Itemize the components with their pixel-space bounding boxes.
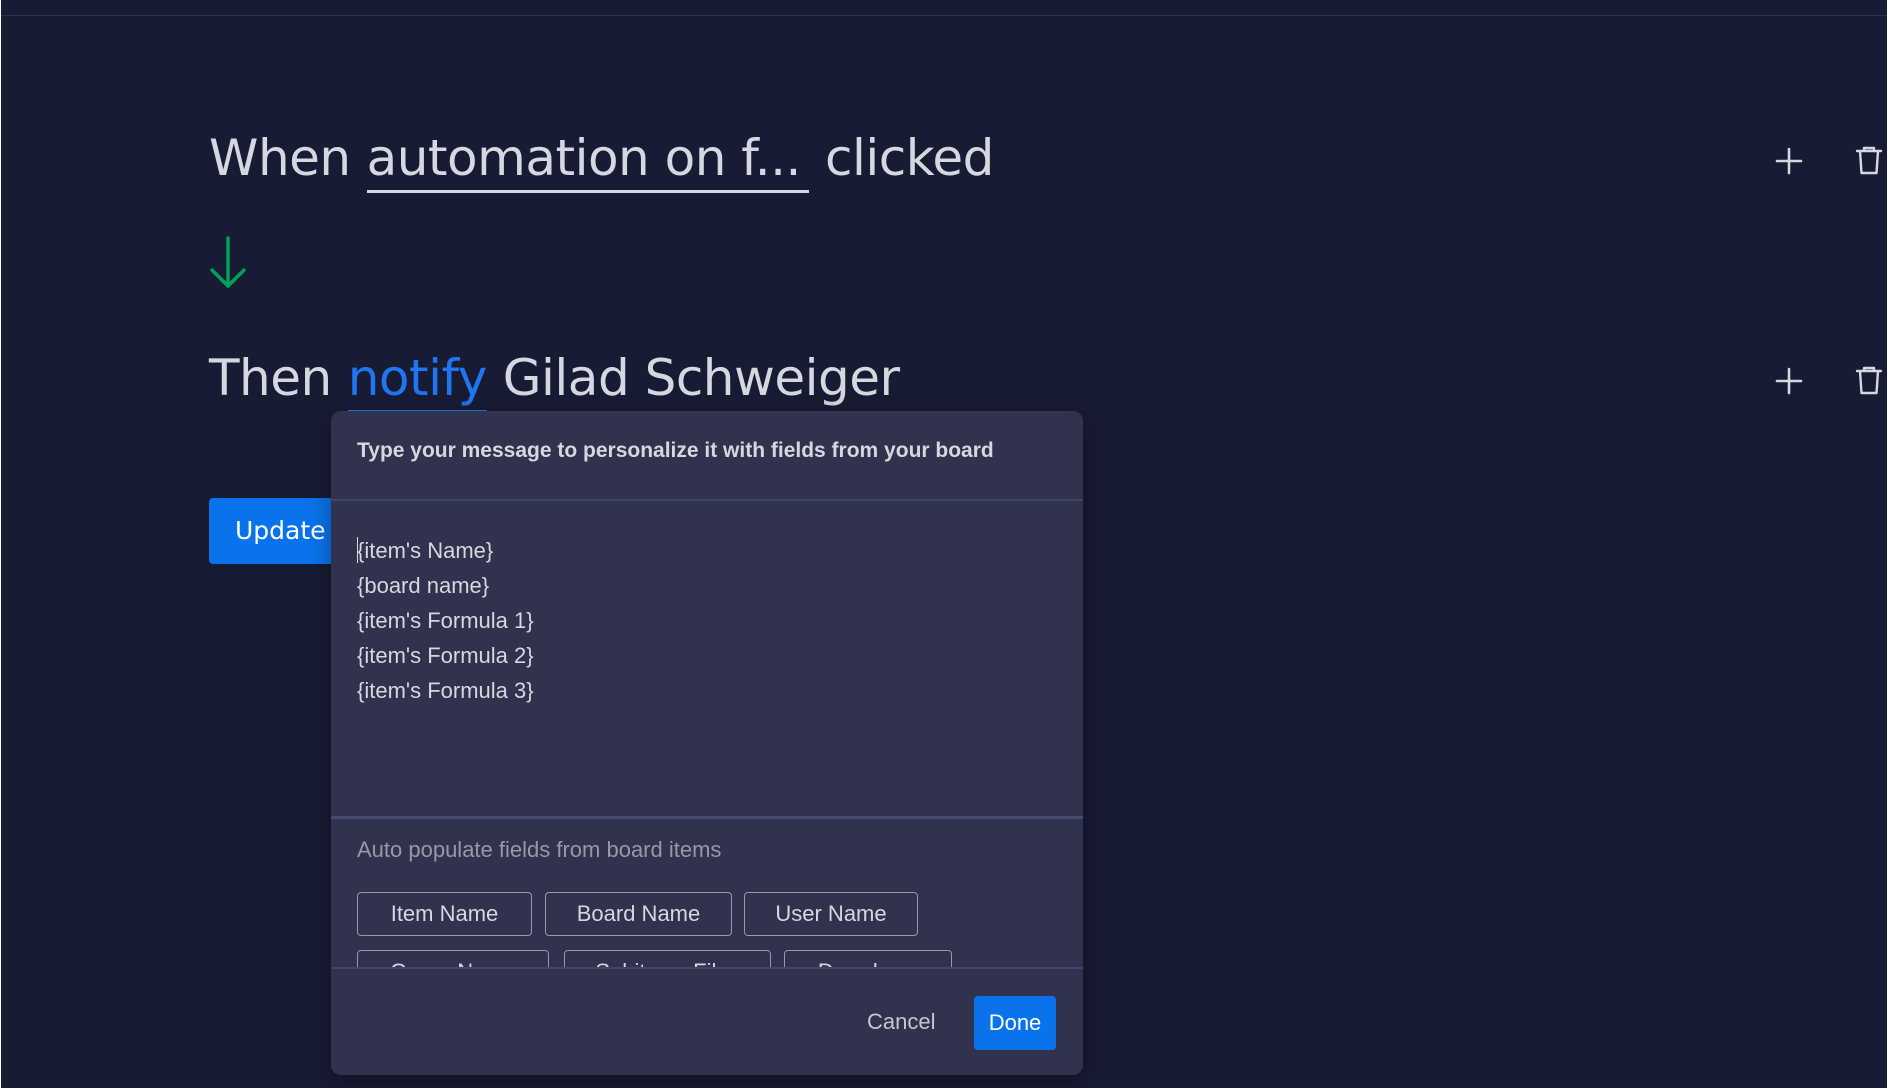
action-sentence: Then notify Gilad Schweiger [209,348,900,413]
text-caret [357,537,358,563]
header-divider [331,499,1083,501]
message-textarea[interactable]: {item's Name} {board name} {item's Formu… [357,533,534,708]
update-button[interactable]: Update [209,498,339,564]
chip-group-name[interactable]: Group Name [357,950,549,967]
trash-icon[interactable] [1852,143,1886,177]
notify-target[interactable]: Gilad Schweiger [503,348,900,408]
action-prefix: Then [209,349,332,407]
notify-action-link[interactable]: notify [347,348,487,413]
chip-user-name[interactable]: User Name [744,892,918,936]
trash-icon[interactable] [1852,363,1886,397]
message-line: {item's Formula 2} [357,643,534,668]
chip-item-name[interactable]: Item Name [357,892,532,936]
message-dialog: Type your message to personalize it with… [331,411,1083,1075]
trigger-sentence: When automation on f... clicked [209,128,994,193]
chip-subitems-files[interactable]: Subitems Files [564,950,771,967]
arrow-down-icon [210,236,246,288]
trigger-suffix: clicked [824,129,994,187]
footer-divider [331,967,1083,969]
plus-icon[interactable] [1772,144,1806,178]
auto-populate-title: Auto populate fields from board items [357,837,722,862]
trigger-prefix: When [209,129,351,187]
trigger-field-selector[interactable]: automation on f... [366,128,809,193]
cancel-button[interactable]: Cancel [867,1009,935,1035]
message-line: {item's Formula 3} [357,678,534,703]
automation-editor: When automation on f... clicked Then notify… [1,0,1887,1088]
plus-icon[interactable] [1772,364,1806,398]
done-button[interactable]: Done [974,996,1056,1050]
message-line: {item's Name} [357,538,494,563]
dialog-header: Type your message to personalize it with… [357,439,994,462]
message-line: {item's Formula 1} [357,608,534,633]
auto-populate-section: Auto populate fields from board items It… [331,819,1083,967]
chip-board-name[interactable]: Board Name [545,892,732,936]
chip-dropdown[interactable]: Dropdown [784,950,952,967]
message-line: {board name} [357,573,490,598]
top-divider [1,15,1887,16]
